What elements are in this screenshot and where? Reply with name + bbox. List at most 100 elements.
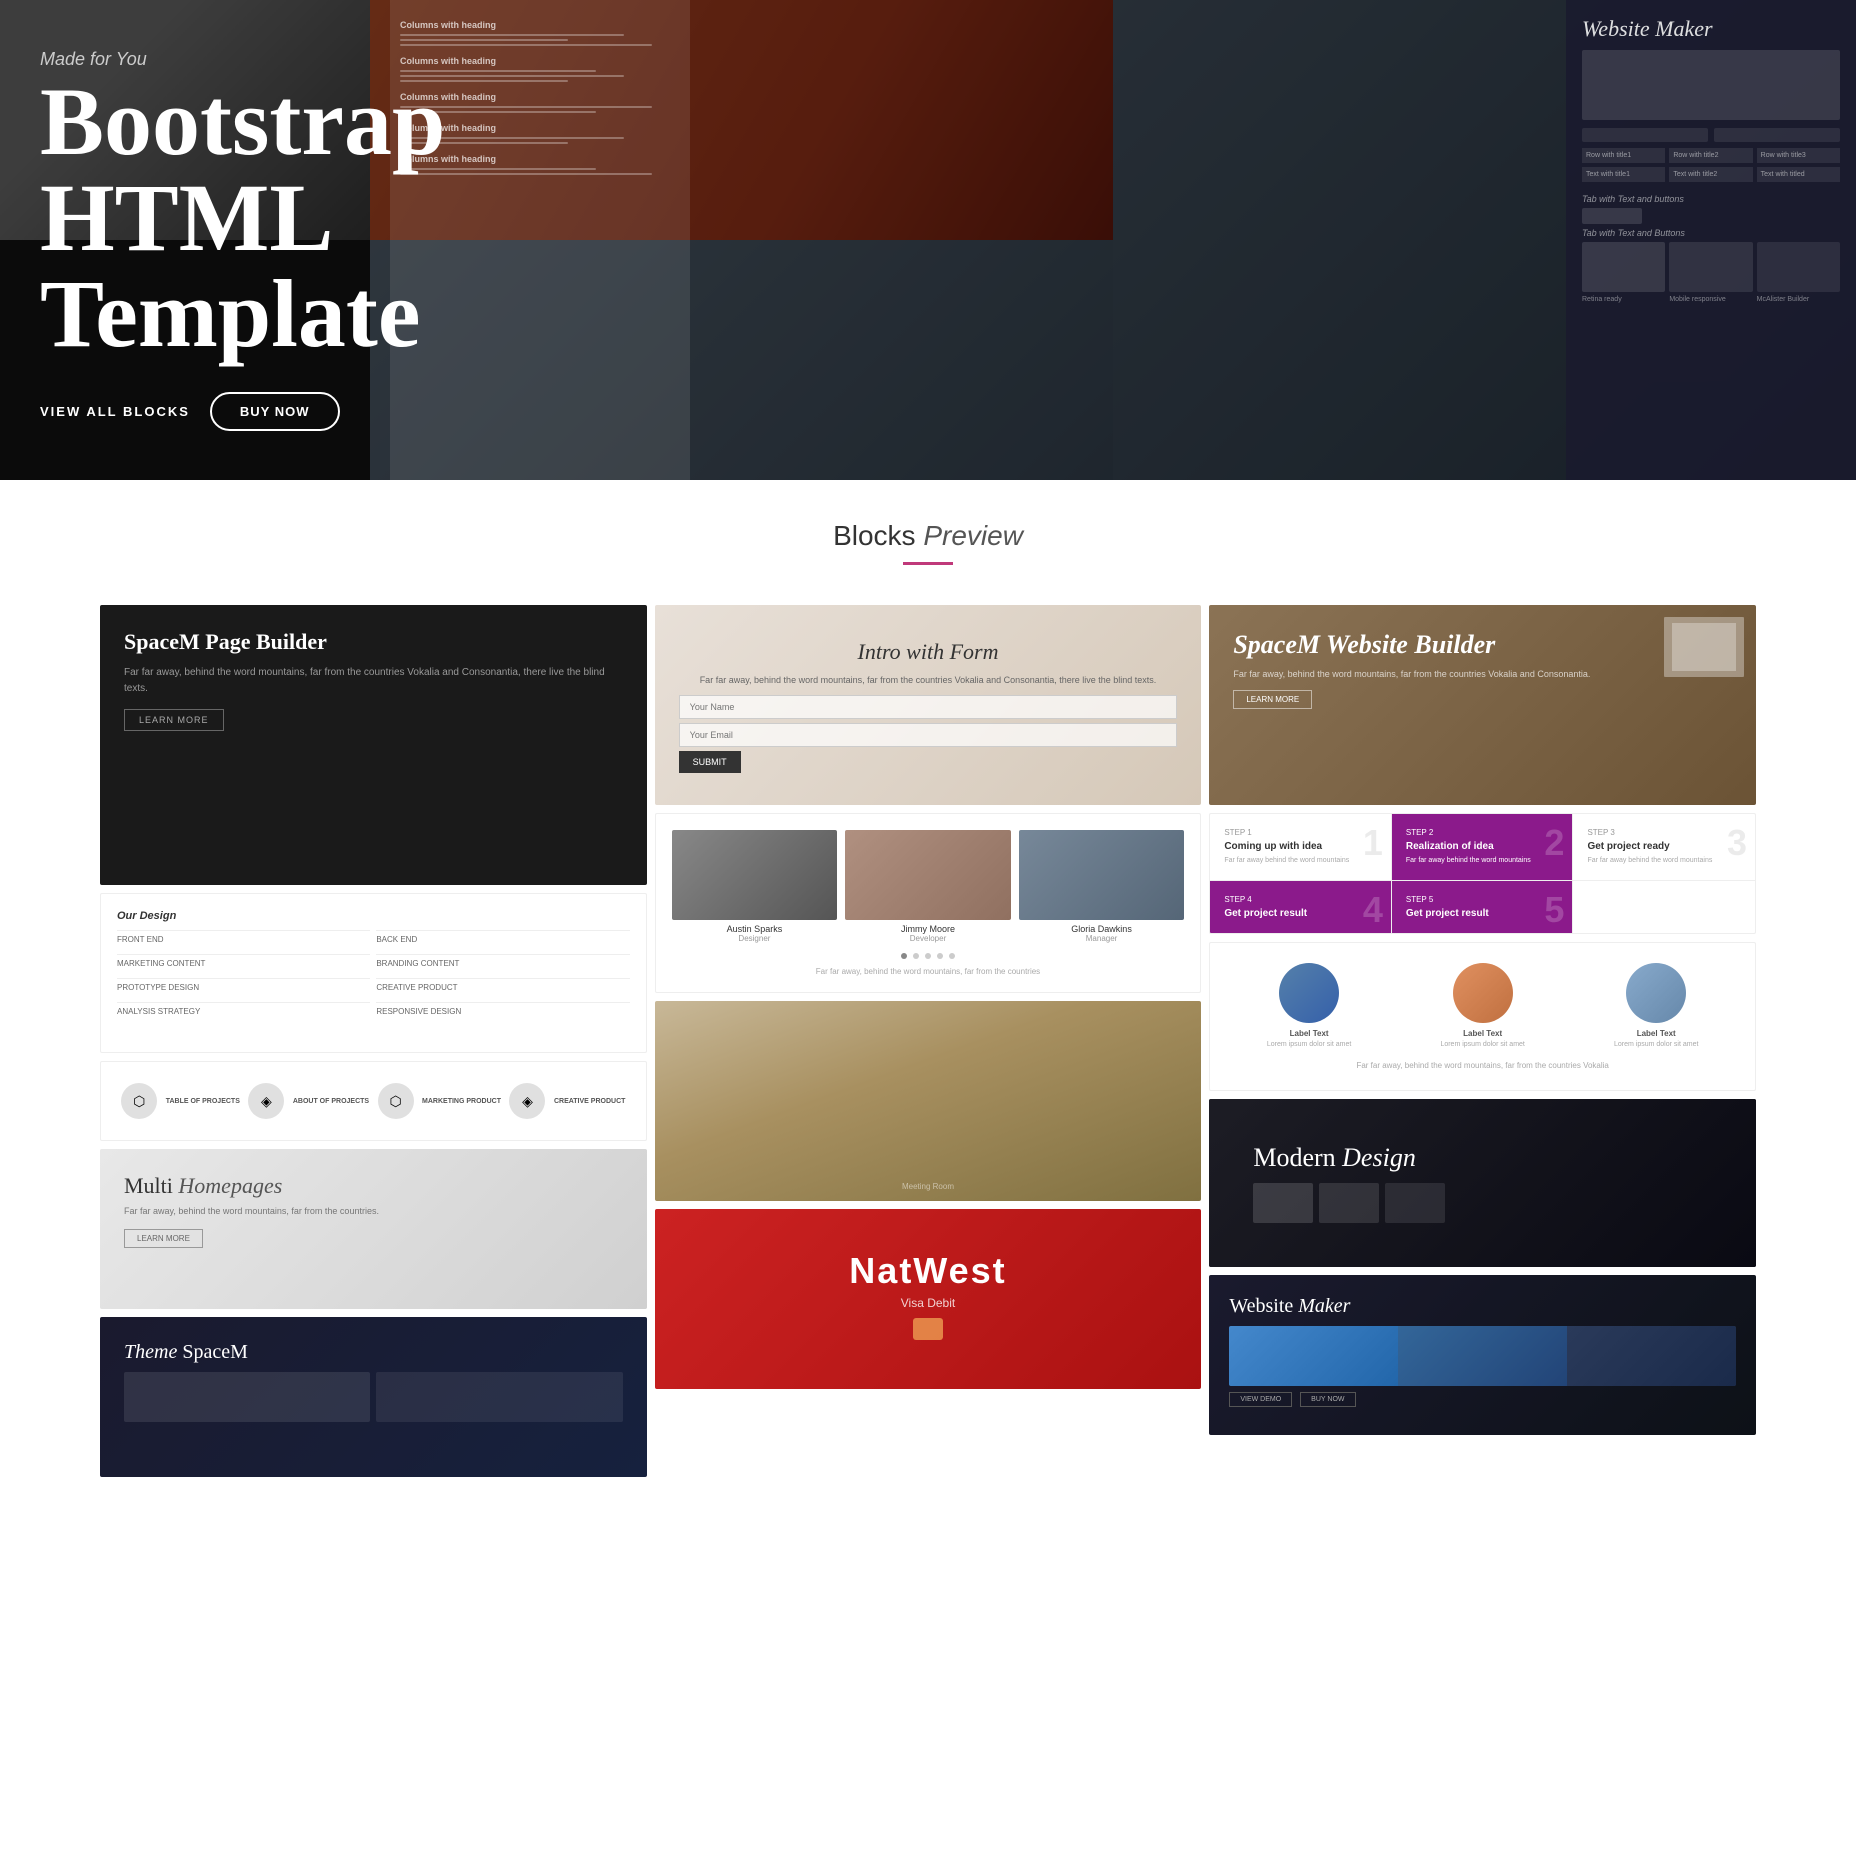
icon-label: MARKETING PRODUCT (422, 1098, 501, 1105)
hero-title: BootstrapHTMLTemplate (40, 74, 445, 362)
team-name-1: Austin Sparks (672, 924, 838, 934)
design-item: RESPONSIVE DESIGN (376, 1002, 629, 1020)
circle-text-3: Lorem ipsum dolor sit amet (1614, 1040, 1698, 1049)
circle-label-3: Label Text (1614, 1029, 1698, 1038)
thumb-img-2 (1398, 1326, 1567, 1386)
hero-preview-label: Mobile responsive (1669, 296, 1752, 303)
website-maker-btn-1[interactable]: VIEW DEMO (1229, 1392, 1292, 1407)
form-input-email[interactable] (679, 723, 1178, 747)
hero-preview-label: McAlister Builder (1757, 296, 1840, 303)
thumb (1319, 1183, 1379, 1223)
circles-description: Far far away, behind the word mountains,… (1230, 1061, 1735, 1070)
step-item-3: STEP 3 Get project ready Far far away be… (1573, 814, 1755, 880)
buy-now-button[interactable]: BUY NOW (210, 392, 340, 431)
builder-preview-thumb (1664, 617, 1744, 677)
step-number: 1 (1363, 822, 1383, 864)
hero-section: Made for You BootstrapHTMLTemplate VIEW … (0, 0, 1856, 480)
natwest-subtitle: Visa Debit (849, 1296, 1006, 1310)
design-grid: FRONT END BACK END MARKETING CONTENT BRA… (117, 930, 630, 1020)
step-label: STEP 2 (1406, 828, 1559, 837)
card-website-maker[interactable]: Website Maker VIEW DEMO BUY NOW (1209, 1275, 1756, 1435)
steps-grid-bottom: STEP 4 Get project result 4 STEP 5 Get p… (1210, 880, 1755, 933)
learn-more-button[interactable]: LEARN MORE (124, 1229, 203, 1248)
steps-grid-top: STEP 1 Coming up with idea Far far away … (1210, 814, 1755, 880)
form-submit-button[interactable]: SUBMIT (679, 751, 741, 773)
step-label: STEP 4 (1224, 895, 1377, 904)
col-line (400, 44, 652, 46)
modern-design-title: Modern Design (1253, 1143, 1712, 1173)
card-spacem-page-builder[interactable]: SpaceM Page Builder Far far away, behind… (100, 605, 647, 885)
step-text: Far far away behind the word mountains (1224, 856, 1377, 866)
card-spacem-website-builder[interactable]: SpaceM Website Builder Far far away, beh… (1209, 605, 1756, 805)
section-title: Blocks Preview (0, 520, 1856, 552)
right-column: SpaceM Website Builder Far far away, beh… (1209, 605, 1756, 1477)
design-item: PROTOTYPE DESIGN (117, 978, 370, 996)
design-item: FRONT END (117, 930, 370, 948)
circle-image-2 (1453, 963, 1513, 1023)
step-item-2: STEP 2 Realization of idea Far far away … (1392, 814, 1574, 880)
card-title: Theme SpaceM (124, 1341, 623, 1364)
circle-label-2: Label Text (1440, 1029, 1524, 1038)
icon-circle-1: ⬡ (121, 1083, 157, 1119)
circle-item-1: Label Text Lorem ipsum dolor sit amet (1267, 963, 1351, 1049)
card-meeting-room[interactable]: Meeting Room (655, 1001, 1202, 1201)
card-icons-row[interactable]: ⬡ TABLE OF PROJECTS ◈ ABOUT OF PROJECTS … (100, 1061, 647, 1141)
card-intro-form[interactable]: Intro with Form Far far away, behind the… (655, 605, 1202, 805)
step-number: 3 (1727, 822, 1747, 864)
step-item-4: STEP 4 Get project result 4 (1210, 881, 1392, 933)
builder-learn-more[interactable]: LEARN MORE (1233, 690, 1312, 709)
team-description: Far far away, behind the word mountains,… (672, 967, 1185, 976)
card-team[interactable]: Austin Sparks Designer Jimmy Moore Devel… (655, 813, 1202, 993)
hero-buttons: VIEW ALL BLOCKS BUY NOW (40, 392, 445, 431)
card-spacem-theme[interactable]: Theme SpaceM (100, 1317, 647, 1477)
icon-circle-2: ◈ (248, 1083, 284, 1119)
section-header: Blocks Preview (0, 480, 1856, 585)
step-label: STEP 3 (1587, 828, 1741, 837)
icon-label: ABOUT OF PROJECTS (293, 1098, 369, 1105)
form-input-name[interactable] (679, 695, 1178, 719)
card-text: Far far away, behind the word mountains,… (124, 1205, 623, 1219)
card-text: Far far away, behind the word mountains,… (124, 665, 623, 697)
col-heading-1: Columns with heading (400, 20, 680, 30)
thumb (1385, 1183, 1445, 1223)
step-title: Coming up with idea (1224, 841, 1377, 852)
design-item: BRANDING CONTENT (376, 954, 629, 972)
team-role-2: Developer (845, 934, 1011, 943)
card-our-design[interactable]: Our Design FRONT END BACK END MARKETING … (100, 893, 647, 1053)
meeting-label: Meeting Room (902, 1182, 954, 1191)
icon-label: TABLE OF PROJECTS (166, 1098, 240, 1105)
card-chip (913, 1318, 943, 1340)
card-multi-homepages[interactable]: Multi Homepages Far far away, behind the… (100, 1149, 647, 1309)
card-steps[interactable]: STEP 1 Coming up with idea Far far away … (1209, 813, 1756, 934)
step-item-1: STEP 1 Coming up with idea Far far away … (1210, 814, 1392, 880)
hero-preview-small-items-2: Text with title1 Text with title2 Text w… (1582, 167, 1840, 182)
step-title: Get project result (1406, 908, 1559, 919)
spi-item: Row with title1 (1582, 148, 1665, 163)
team-photos: Austin Sparks Designer Jimmy Moore Devel… (672, 830, 1185, 943)
step-title: Get project ready (1587, 841, 1741, 852)
step-number: 4 (1363, 889, 1383, 931)
card-modern-design[interactable]: Modern Design (1209, 1099, 1756, 1267)
step-title: Realization of idea (1406, 841, 1559, 852)
learn-more-button[interactable]: LEARN MORE (124, 709, 224, 731)
team-role-3: Manager (1019, 934, 1185, 943)
natwest-logo: NatWest (849, 1250, 1006, 1292)
website-maker-btn-2[interactable]: BUY NOW (1300, 1392, 1355, 1407)
team-photo-1 (672, 830, 838, 920)
card-circles[interactable]: Label Text Lorem ipsum dolor sit amet La… (1209, 942, 1756, 1091)
design-item: BACK END (376, 930, 629, 948)
card-title: SpaceM Page Builder (124, 629, 623, 655)
modern-design-content: Modern Design (1233, 1123, 1732, 1243)
spi-item: Row with title2 (1669, 148, 1752, 163)
blocks-preview: SpaceM Page Builder Far far away, behind… (0, 585, 1856, 1537)
view-all-blocks-button[interactable]: VIEW ALL BLOCKS (40, 404, 190, 419)
dot (937, 953, 943, 959)
spi-item: Text with title2 (1669, 167, 1752, 182)
design-item: MARKETING CONTENT (117, 954, 370, 972)
card-natwest[interactable]: NatWest Visa Debit (655, 1209, 1202, 1389)
icon-circle-3: ⬡ (378, 1083, 414, 1119)
circle-text-2: Lorem ipsum dolor sit amet (1440, 1040, 1524, 1049)
preview-grid: SpaceM Page Builder Far far away, behind… (100, 605, 1756, 1477)
card-intro-text: Far far away, behind the word mountains,… (679, 673, 1178, 687)
website-maker-buttons: VIEW DEMO BUY NOW (1229, 1392, 1736, 1407)
